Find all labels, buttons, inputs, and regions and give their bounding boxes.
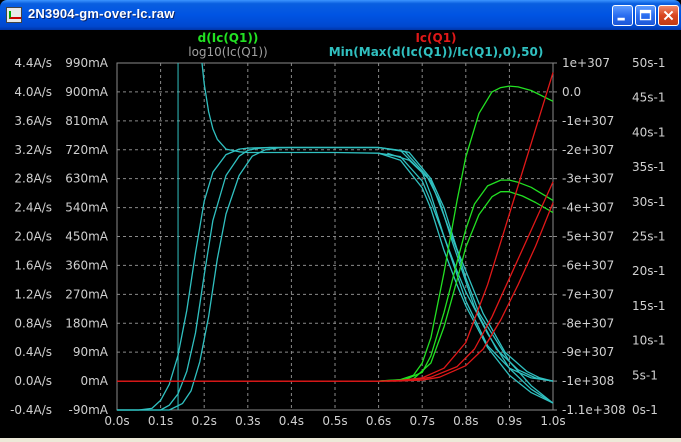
right2-tick-label: 35s-1 (632, 160, 666, 174)
minimize-button[interactable] (612, 5, 633, 26)
legend-entry[interactable]: d(Ic(Q1)) (198, 31, 259, 45)
grid (116, 62, 557, 411)
legend-entry[interactable]: Min(Max(d(Ic(Q1))/Ic(Q1),0),50) (329, 45, 544, 59)
left2-tick-label: 540mA (65, 201, 109, 215)
x-tick-label: 0.6s (366, 414, 391, 428)
plot-pane[interactable]: 4.4A/s 4.0A/s 3.6A/s 3.2A/s 2.8A/s 2.4A/s 2.0A… (0, 30, 681, 438)
right1-tick-label: -5e+307 (562, 230, 614, 244)
left1-tick-label: 1.6A/s (14, 258, 52, 272)
right2-tick-label: 40s-1 (632, 125, 666, 139)
x-tick-label: 0.7s (410, 414, 435, 428)
left1-tick-label: 0.0A/s (14, 374, 52, 388)
left2-tick-label: 90mA (73, 345, 109, 359)
right1-tick-label: -4e+307 (562, 201, 614, 215)
trace-ratio-c (387, 152, 554, 404)
left2-tick-label: -90mA (69, 403, 109, 417)
x-tick-label: 0.5s (322, 414, 347, 428)
right2-tick-label: 45s-1 (632, 91, 666, 105)
left1-tick-label: 3.2A/s (14, 143, 52, 157)
right1-tick-label: 0.0 (562, 85, 581, 99)
left1-tick-label: 1.2A/s (14, 287, 52, 301)
waveform-plot[interactable]: 4.4A/s 4.0A/s 3.6A/s 3.2A/s 2.8A/s 2.4A/s 2.0A… (0, 30, 681, 438)
left2-tick-label: 180mA (65, 316, 109, 330)
right2-tick-label: 5s-1 (632, 368, 658, 382)
x-tick-label: 0.3s (235, 414, 260, 428)
window-title: 2N3904-gm-over-Ic.raw (28, 6, 175, 21)
left1-tick-label: -0.4A/s (10, 403, 52, 417)
right1-tick-label: -7e+307 (562, 287, 614, 301)
x-tick-label: 1.0s (540, 414, 565, 428)
left1-tick-label: 2.0A/s (14, 230, 52, 244)
tick-labels: 4.4A/s 4.0A/s 3.6A/s 3.2A/s 2.8A/s 2.4A/s 2.0A… (10, 56, 665, 428)
right1-tick-label: -1e+308 (562, 374, 614, 388)
right1-tick-label: 1e+307 (562, 56, 610, 70)
right2-tick-label: 0s-1 (632, 403, 658, 417)
close-icon (663, 10, 674, 21)
left2-tick-label: 810mA (65, 114, 109, 128)
right1-tick-label: -9e+307 (562, 345, 614, 359)
right2-tick-label: 50s-1 (632, 56, 666, 70)
right1-tick-label: -2e+307 (562, 143, 614, 157)
maximize-icon (639, 9, 652, 21)
right1-tick-label: -3e+307 (562, 172, 614, 186)
left2-tick-label: 360mA (65, 258, 109, 272)
x-tick-label: 0.0s (104, 414, 129, 428)
right1-tick-label: -6e+307 (562, 258, 614, 272)
x-tick-label: 0.4s (279, 414, 304, 428)
x-tick-label: 0.8s (453, 414, 478, 428)
legend-entry[interactable]: log10(Ic(Q1)) (188, 45, 268, 59)
x-tick-label: 0.2s (192, 414, 217, 428)
maximize-button[interactable] (635, 5, 656, 26)
left1-tick-label: 2.4A/s (14, 201, 52, 215)
right2-tick-label: 25s-1 (632, 230, 666, 244)
left2-tick-label: 0mA (80, 374, 108, 388)
right1-tick-label: -1.1e+308 (562, 403, 626, 417)
right2-tick-label: 15s-1 (632, 299, 666, 313)
left2-tick-label: 990mA (65, 56, 109, 70)
right2-tick-label: 10s-1 (632, 334, 666, 348)
x-tick-label: 0.1s (148, 414, 173, 428)
left2-tick-label: 630mA (65, 172, 109, 186)
left1-tick-label: 2.8A/s (14, 172, 52, 186)
left2-tick-label: 900mA (65, 85, 109, 99)
right1-tick-label: -1e+307 (562, 114, 614, 128)
left2-tick-label: 720mA (65, 143, 109, 157)
right2-tick-label: 30s-1 (632, 195, 666, 209)
left1-tick-label: 4.0A/s (14, 85, 52, 99)
close-button[interactable] (658, 5, 679, 26)
right1-tick-label: -8e+307 (562, 316, 614, 330)
legend-entry[interactable]: Ic(Q1) (415, 31, 456, 45)
left2-tick-label: 270mA (65, 287, 109, 301)
left1-tick-label: 0.8A/s (14, 316, 52, 330)
minimize-icon (617, 17, 625, 21)
left1-tick-label: 0.4A/s (14, 345, 52, 359)
x-tick-label: 0.9s (497, 414, 522, 428)
title-bar[interactable]: 2N3904-gm-over-Ic.raw (0, 0, 681, 30)
ltspice-waveform-window: 2N3904-gm-over-Ic.raw 4.4A/s 4.0A/s 3.6A/s… (0, 0, 681, 438)
waveform-app-icon[interactable] (6, 7, 22, 23)
right2-tick-label: 20s-1 (632, 264, 666, 278)
legend[interactable]: d(Ic(Q1))log10(Ic(Q1)) Ic(Q1)Min(Max(d(Ic… (188, 31, 543, 59)
left2-tick-label: 450mA (65, 230, 109, 244)
left1-tick-label: 3.6A/s (14, 114, 52, 128)
left1-tick-label: 4.4A/s (14, 56, 52, 70)
